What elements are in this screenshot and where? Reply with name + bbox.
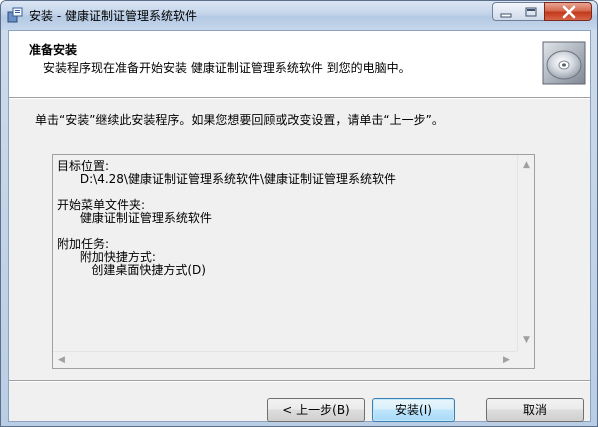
page-title: 准备安装 <box>29 43 78 57</box>
wizard-body: 准备安装 安装程序现在准备开始安装 健康证制证管理系统软件 到您的电脑中。 单击… <box>8 30 591 422</box>
summary-line <box>57 225 517 238</box>
window-title: 安装 - 健康证制证管理系统软件 <box>29 9 197 23</box>
summary-line: 创建桌面快捷方式(D) <box>57 263 206 277</box>
install-button[interactable]: 安装(I) <box>372 398 455 422</box>
vertical-scrollbar[interactable]: ▲ ▼ <box>517 155 534 352</box>
close-icon <box>562 5 576 19</box>
cd-disc-icon <box>542 41 586 85</box>
settings-summary-box[interactable]: 目标位置: D:\4.28\健康证制证管理系统软件\健康证制证管理系统软件 开始… <box>52 154 535 369</box>
maximize-button[interactable] <box>518 2 545 21</box>
scroll-left-icon[interactable]: ◀ <box>58 355 65 365</box>
cancel-button[interactable]: 取消 <box>486 398 584 422</box>
maximize-icon <box>525 7 537 17</box>
installer-window: 安装 - 健康证制证管理系统软件 准备安装 安装程序现在准备开始安装 健康证制证… <box>0 0 598 427</box>
summary-line: D:\4.28\健康证制证管理系统软件\健康证制证管理系统软件 <box>57 172 397 186</box>
scrollbar-corner <box>517 351 534 368</box>
instruction-text: 单击“安装”继续此安装程序。如果您想要回顾或改变设置，请单击“上一步”。 <box>35 113 444 127</box>
scroll-up-icon[interactable]: ▲ <box>523 160 530 170</box>
close-button[interactable] <box>544 2 592 21</box>
back-button[interactable]: < 上一步(B) <box>267 398 365 422</box>
scroll-right-icon[interactable]: ▶ <box>503 355 510 365</box>
summary-line: 健康证制证管理系统软件 <box>57 211 212 225</box>
footer-divider-highlight <box>9 381 590 382</box>
wizard-header: 准备安装 安装程序现在准备开始安装 健康证制证管理系统软件 到您的电脑中。 <box>9 31 590 98</box>
scroll-down-icon[interactable]: ▼ <box>523 335 530 345</box>
minimize-button[interactable] <box>492 2 519 21</box>
summary-text: 目标位置: D:\4.28\健康证制证管理系统软件\健康证制证管理系统软件 开始… <box>57 160 517 350</box>
installer-app-icon <box>7 7 23 23</box>
minimize-icon <box>500 13 512 18</box>
title-bar[interactable]: 安装 - 健康证制证管理系统软件 <box>1 1 597 30</box>
header-divider <box>9 98 590 99</box>
page-subtitle: 安装程序现在准备开始安装 健康证制证管理系统软件 到您的电脑中。 <box>43 61 411 75</box>
horizontal-scrollbar[interactable]: ◀ ▶ <box>53 351 517 368</box>
